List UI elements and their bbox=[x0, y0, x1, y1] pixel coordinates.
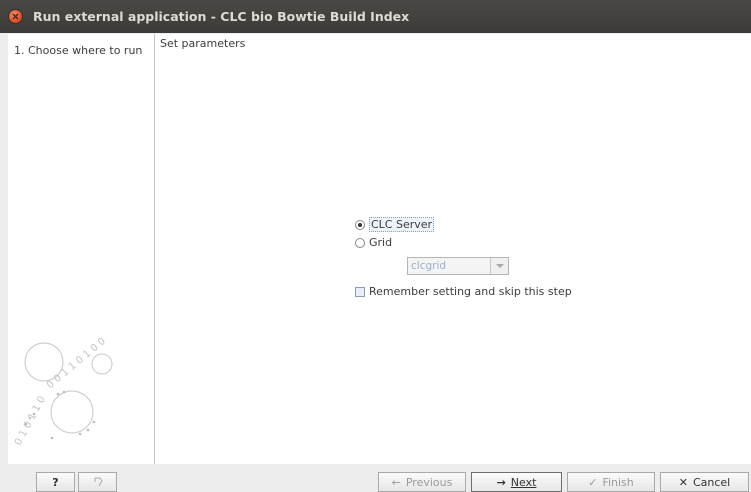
grid-preset-select: clcgrid bbox=[407, 257, 509, 275]
close-icon[interactable] bbox=[9, 10, 22, 23]
finish-button[interactable]: ✓ Finish bbox=[567, 472, 655, 492]
cancel-button[interactable]: ✕ Cancel bbox=[660, 472, 749, 492]
window-title: Run external application - CLC bio Bowti… bbox=[33, 9, 410, 24]
help-button[interactable]: ? bbox=[36, 472, 75, 492]
previous-button[interactable]: ← Previous bbox=[378, 472, 466, 492]
checkmark-icon: ✓ bbox=[588, 475, 598, 489]
clc-server-radio[interactable] bbox=[355, 219, 365, 230]
svg-text:0 0 1 1 0 1 0 0: 0 0 1 1 0 1 0 0 bbox=[45, 336, 108, 391]
reset-button[interactable] bbox=[78, 472, 117, 492]
clc-logo-watermark: 0 0 1 1 0 1 0 0 0 1 0 1 1 0 bbox=[13, 336, 113, 447]
chevron-down-icon bbox=[490, 258, 508, 274]
arrow-right-icon: → bbox=[496, 475, 506, 489]
next-button[interactable]: → Next bbox=[471, 472, 562, 492]
button-bar: ? ← Previous → Next ✓ Finish ✕ Cancel bbox=[0, 464, 751, 492]
svg-text:0 1 0 1 1 0: 0 1 0 1 1 0 bbox=[13, 394, 48, 447]
arrow-left-icon: ← bbox=[391, 475, 401, 489]
main-panel: Set parameters CLC Server Grid clcgrid R… bbox=[155, 34, 751, 464]
x-icon: ✕ bbox=[678, 475, 688, 489]
cancel-button-label: Cancel bbox=[692, 475, 731, 489]
title-bar: Run external application - CLC bio Bowti… bbox=[0, 0, 751, 33]
previous-button-label: Previous bbox=[405, 475, 453, 489]
remember-checkbox[interactable] bbox=[355, 286, 365, 297]
next-button-label: Next bbox=[510, 475, 537, 489]
grid-radio-option[interactable]: Grid bbox=[355, 236, 392, 249]
remember-label: Remember setting and skip this step bbox=[369, 285, 572, 298]
grid-label: Grid bbox=[369, 236, 393, 249]
step-item-choose-where-to-run[interactable]: 1. Choose where to run bbox=[14, 44, 142, 57]
steps-panel: 1. Choose where to run 0 0 1 1 0 1 0 0 0… bbox=[8, 34, 155, 464]
finish-button-label: Finish bbox=[602, 475, 634, 489]
grid-radio[interactable] bbox=[355, 237, 365, 248]
grid-preset-value: clcgrid bbox=[411, 260, 447, 272]
help-icon: ? bbox=[52, 475, 59, 489]
section-title: Set parameters bbox=[160, 37, 246, 50]
clc-server-label: CLC Server bbox=[369, 217, 435, 232]
reset-icon bbox=[94, 477, 103, 487]
remember-checkbox-option[interactable]: Remember setting and skip this step bbox=[355, 285, 572, 298]
clc-server-radio-option[interactable]: CLC Server bbox=[355, 217, 435, 232]
